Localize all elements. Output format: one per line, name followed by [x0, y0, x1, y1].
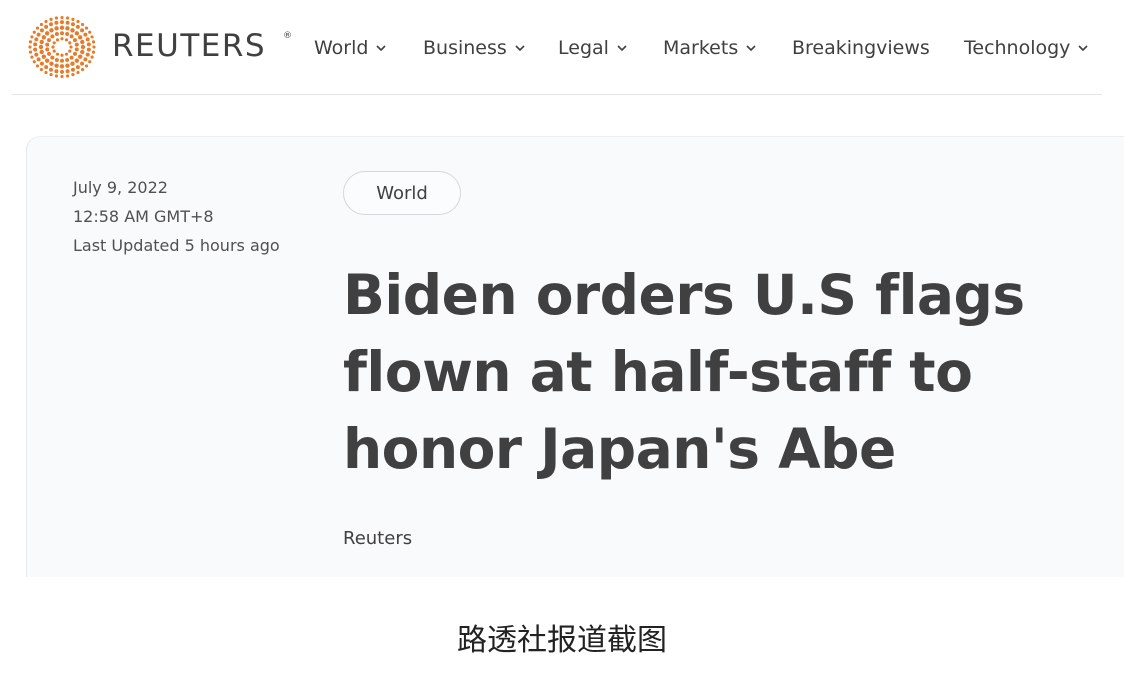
nav-label: World	[314, 37, 369, 59]
nav-item-world[interactable]: World	[314, 34, 387, 62]
nav-item-legal[interactable]: Legal	[558, 34, 628, 62]
nav-label: Technology	[964, 37, 1071, 59]
chevron-down-icon	[617, 45, 627, 52]
last-updated: Last Updated 5 hours ago	[73, 236, 280, 255]
nav-label: Breakingviews	[792, 37, 930, 59]
image-caption: 路透社报道截图	[457, 623, 667, 658]
article-meta: July 9, 2022 12:58 AM GMT+8 Last Updated…	[73, 173, 280, 260]
article-headline: Biden orders U.S flags flown at half-sta…	[343, 263, 1025, 481]
chevron-down-icon	[1078, 45, 1089, 52]
chevron-down-icon	[376, 45, 387, 52]
nav-label: Business	[423, 37, 507, 59]
nav-label: Markets	[663, 37, 739, 59]
publish-time: 12:58 AM GMT+8	[73, 207, 214, 226]
section-tag-world[interactable]: World	[343, 171, 461, 215]
nav-item-breakingviews[interactable]: Breakingviews	[792, 34, 930, 62]
chevron-down-icon	[515, 45, 525, 52]
site-header: REUTERS ® World Business Legal Markets B…	[0, 0, 1124, 95]
logo-registered-mark: ®	[283, 31, 292, 41]
nav-item-business[interactable]: Business	[423, 34, 526, 62]
publish-date: July 9, 2022	[73, 178, 168, 197]
nav-item-technology[interactable]: Technology	[964, 34, 1089, 62]
nav-item-markets[interactable]: Markets	[663, 34, 757, 62]
nav-label: Legal	[558, 37, 609, 59]
article-byline[interactable]: Reuters	[343, 528, 412, 549]
header-divider	[12, 94, 1102, 95]
logo-wordmark[interactable]: REUTERS	[112, 24, 266, 68]
chevron-down-icon	[746, 45, 756, 52]
reuters-logo-icon[interactable]	[26, 14, 98, 80]
